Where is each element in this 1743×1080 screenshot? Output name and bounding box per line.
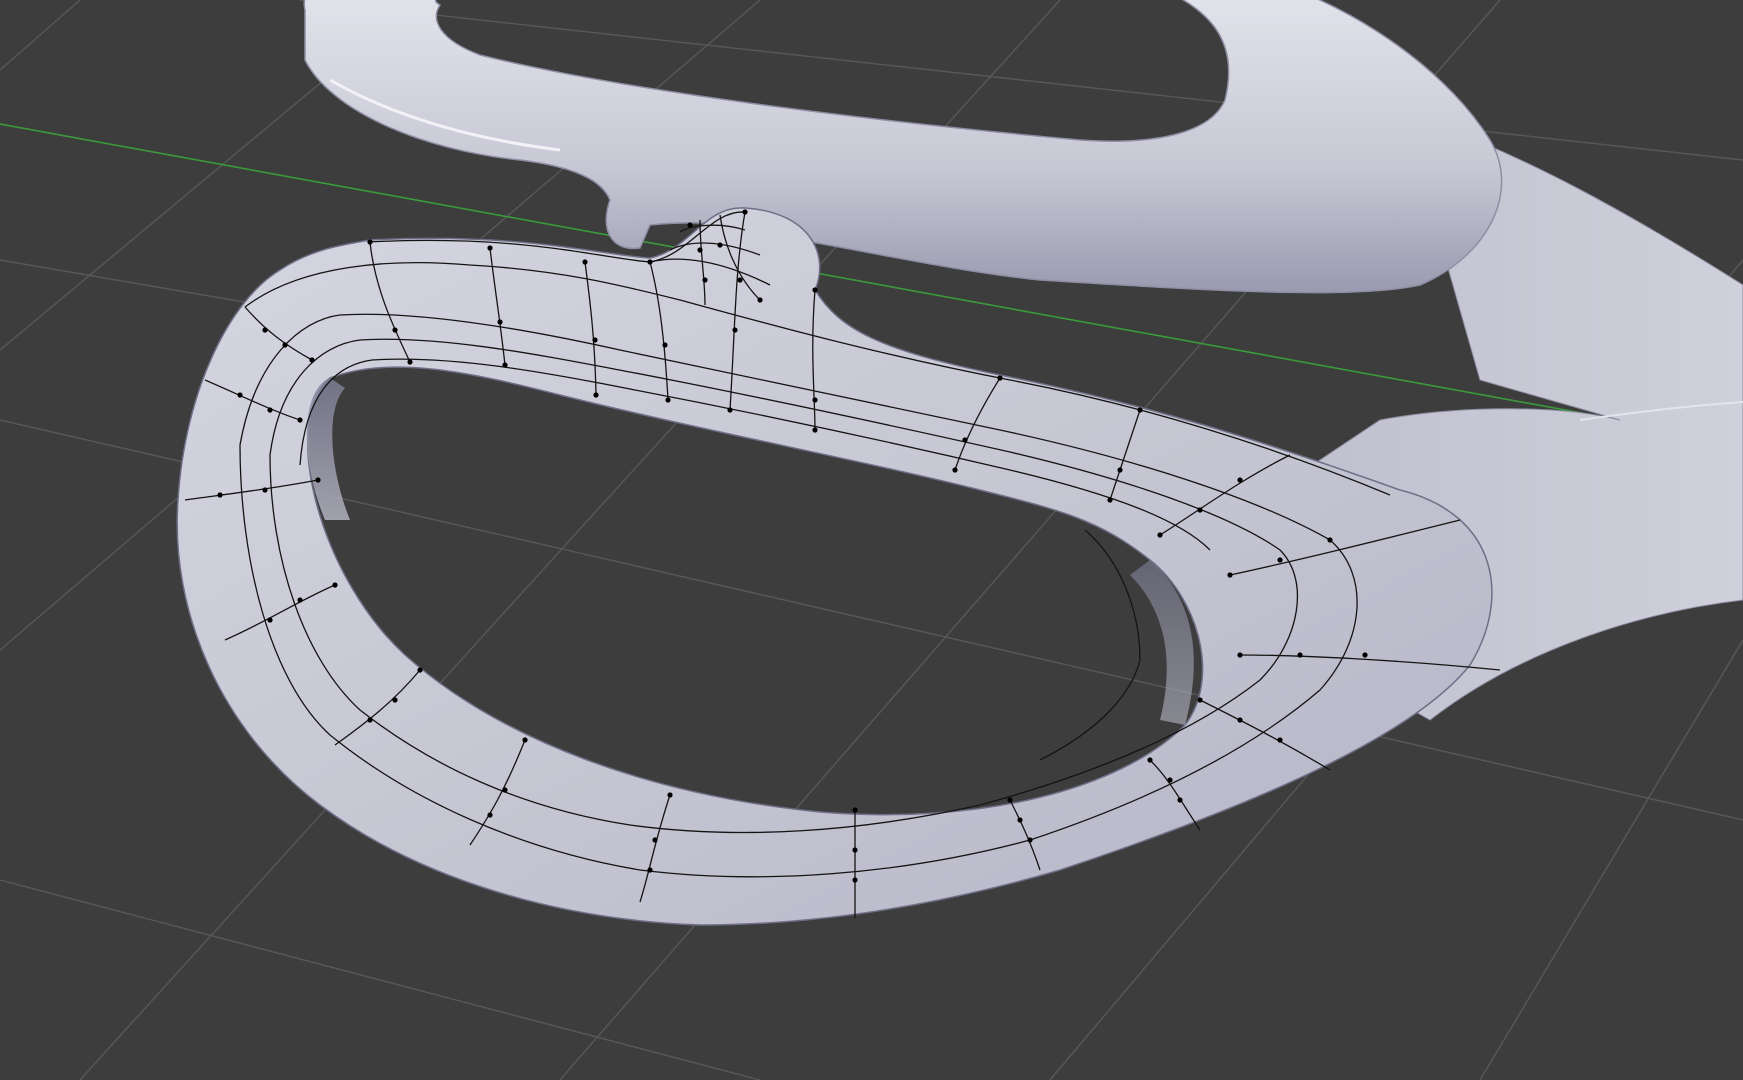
3d-viewport[interactable] [0, 0, 1743, 1080]
viewport-canvas[interactable] [0, 0, 1743, 1080]
